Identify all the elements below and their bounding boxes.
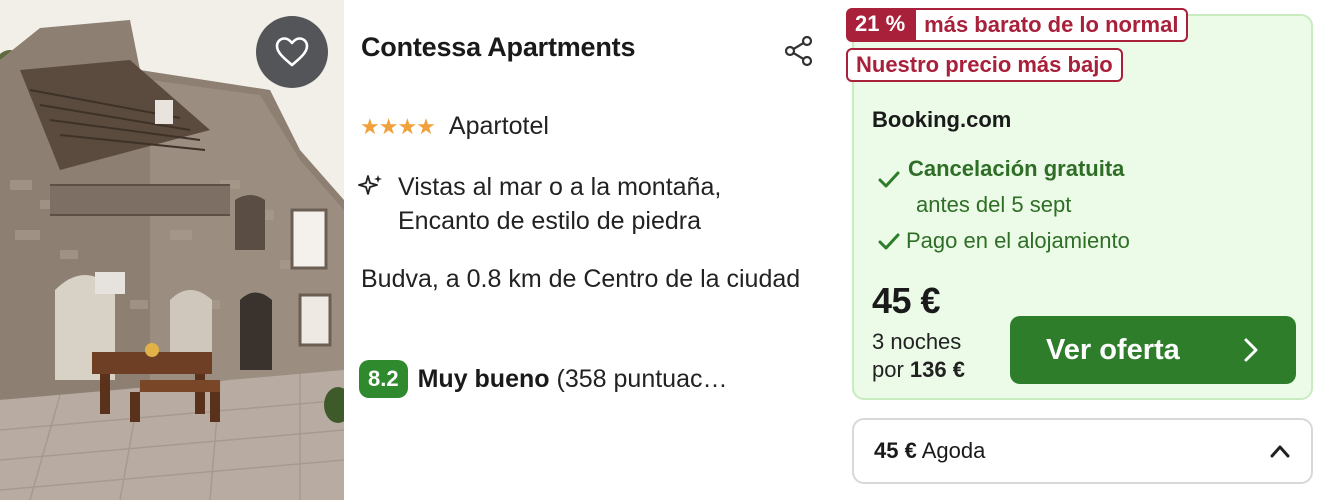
view-deal-label: Ver oferta <box>1046 333 1180 366</box>
discount-text: más barato de lo normal <box>914 8 1189 42</box>
lowest-price-badge: Nuestro precio más bajo <box>846 48 1123 82</box>
discount-percent: 21 % <box>846 8 915 42</box>
chevron-right-icon <box>1244 338 1258 362</box>
check-icon <box>878 233 900 250</box>
accommodation-type: Apartotel <box>448 112 549 140</box>
perk-cancellation-text: Cancelación gratuita <box>908 156 1125 181</box>
hotel-info: Contessa Apartments ★★★★ Apartotel Vista… <box>344 0 844 500</box>
star-rating: ★★★★ <box>360 113 436 139</box>
alternative-offer-toggle[interactable]: 45 € Agoda <box>852 418 1313 484</box>
deal-provider: Booking.com <box>872 107 1012 132</box>
perk-cancellation-deadline: antes del 5 sept <box>916 192 1072 217</box>
features-text: Vistas al mar o a la montaña, Encanto de… <box>398 173 722 235</box>
deal-tags: 21 % más barato de lo normal Nuestro pre… <box>846 8 1189 82</box>
nights-label: 3 noches <box>872 329 962 354</box>
check-icon <box>878 171 900 188</box>
chevron-up-icon <box>1270 445 1290 458</box>
hotel-photo[interactable] <box>0 0 344 500</box>
favorite-button[interactable] <box>256 16 328 88</box>
alt-offer-price: 45 € <box>874 438 917 463</box>
share-icon <box>784 35 813 67</box>
sparkle-icon <box>358 175 382 195</box>
discount-tag: 21 % más barato de lo normal <box>846 8 1189 42</box>
rating-label: Muy bueno <box>417 364 550 393</box>
nightly-price: 45 € <box>872 280 941 321</box>
perk-pay-text: Pago en el alojamiento <box>906 228 1130 253</box>
total-price: 136 € <box>909 357 965 382</box>
share-button[interactable] <box>782 34 816 68</box>
alt-offer-provider: Agoda <box>921 438 986 463</box>
view-deal-button[interactable]: Ver oferta <box>1010 316 1296 384</box>
rating-score-badge: 8.2 <box>359 360 408 398</box>
perk-free-cancellation: Cancelación gratuita <box>878 155 1124 193</box>
perk-pay-at-property: Pago en el alojamiento <box>878 228 1130 254</box>
heart-icon <box>275 37 309 67</box>
hotel-class-row: ★★★★ Apartotel <box>360 112 549 141</box>
review-summary[interactable]: 8.2 Muy bueno (358 puntuac… <box>359 360 727 398</box>
stay-total: 3 noches por 136 € <box>872 328 965 384</box>
alt-offer-summary: 45 € Agoda <box>874 438 985 464</box>
rating-count: (358 puntuac… <box>556 364 728 393</box>
total-prefix: por <box>872 357 904 382</box>
hotel-name[interactable]: Contessa Apartments <box>361 32 635 63</box>
total-line: por 136 € <box>872 356 965 384</box>
hotel-features: Vistas al mar o a la montaña, Encanto de… <box>358 170 818 238</box>
hotel-location: Budva, a 0.8 km de Centro de la ciudad <box>361 265 801 293</box>
